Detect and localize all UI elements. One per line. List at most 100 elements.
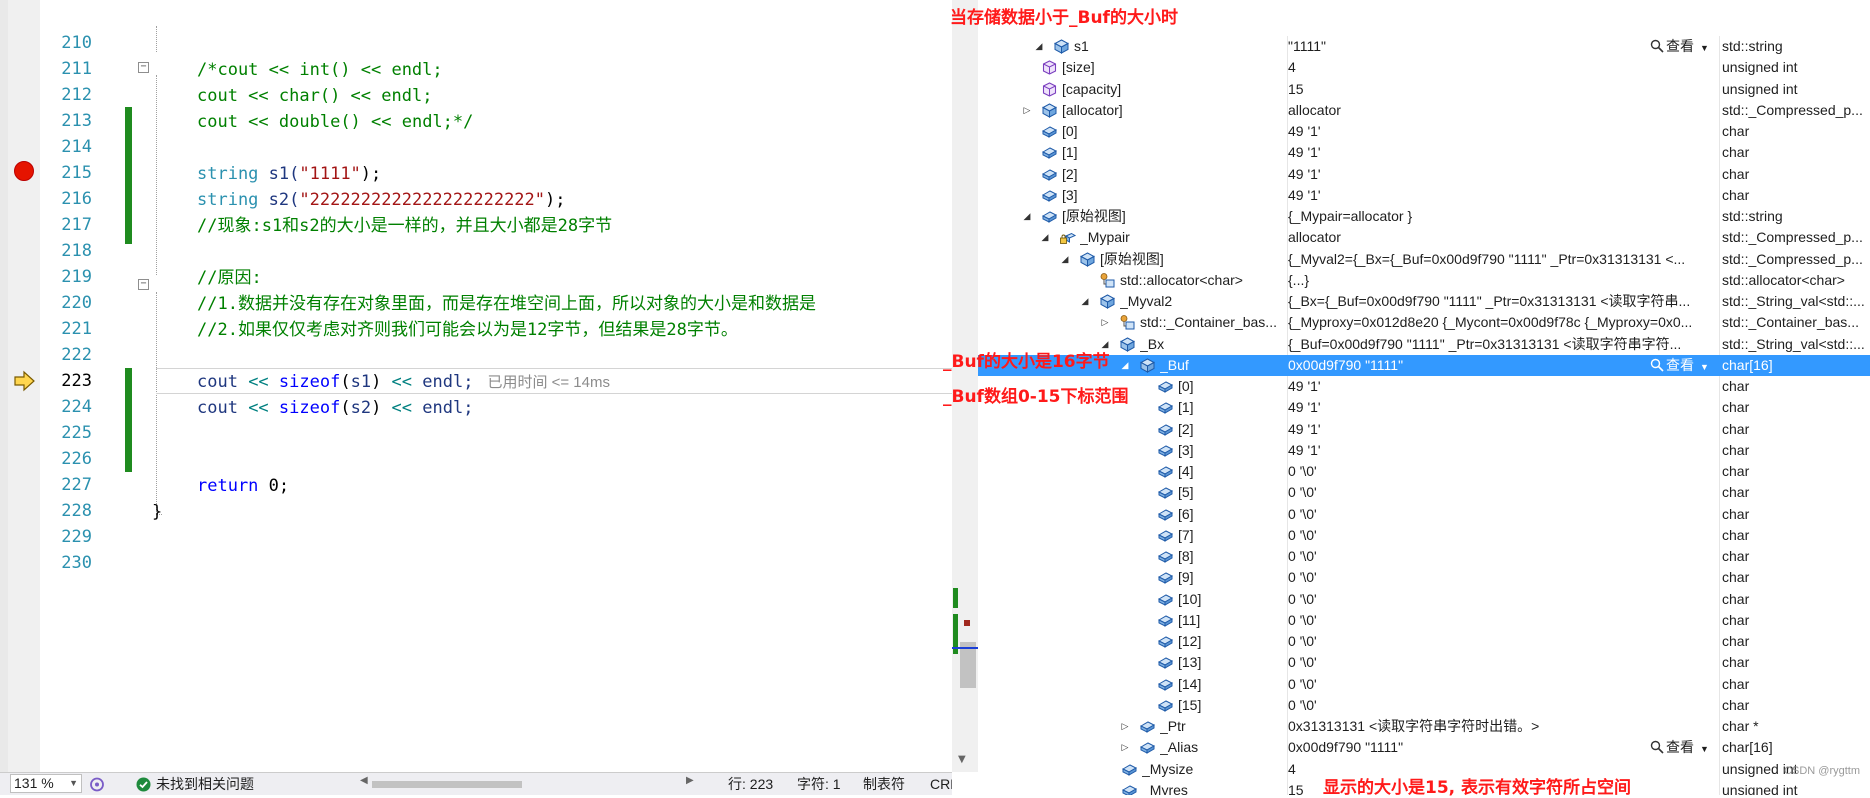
watch-value[interactable]: {_Bx={_Buf=0x00d9f790 "1111" _Ptr=0x3131…: [1288, 291, 1714, 312]
horizontal-scrollbar[interactable]: ◀ ▶: [360, 775, 694, 789]
watch-value[interactable]: 49 '1': [1288, 164, 1714, 185]
watch-row[interactable]: ▷ std::_Container_bas... {_Myproxy=0x012d8…: [978, 312, 1870, 333]
watch-value[interactable]: 0 '\0': [1288, 652, 1714, 673]
watch-value[interactable]: 0 '\0': [1288, 589, 1714, 610]
scroll-left-icon[interactable]: ◀: [360, 775, 368, 786]
code-line-211[interactable]: /*cout << int() << endl;: [197, 57, 952, 83]
expanded-arrow-icon[interactable]: ◢: [1022, 206, 1032, 227]
line-indicator[interactable]: 行: 223: [728, 776, 773, 793]
watch-row[interactable]: [8] 0 '\0' char: [978, 546, 1870, 567]
collapsed-arrow-icon[interactable]: ▷: [1120, 737, 1130, 758]
eol-indicator[interactable]: CRLF: [930, 776, 952, 793]
watch-value[interactable]: 0 '\0': [1288, 504, 1714, 525]
watch-value[interactable]: 49 '1': [1288, 185, 1714, 206]
watch-value[interactable]: 0x31313131 <读取字符串字符时出错。>: [1288, 716, 1714, 737]
expanded-arrow-icon[interactable]: ◢: [1060, 249, 1070, 270]
watch-value[interactable]: {_Myproxy=0x012d8e20 {_Mycont=0x00d9f78c…: [1288, 312, 1714, 333]
code-line-217[interactable]: //现象:s1和s2的大小是一样的，并且大小都是28字节: [197, 213, 952, 239]
watch-value[interactable]: 0 '\0': [1288, 631, 1714, 652]
watch-value[interactable]: {_Mypair=allocator }: [1288, 206, 1714, 227]
watch-row[interactable]: [10] 0 '\0' char: [978, 589, 1870, 610]
expanded-arrow-icon[interactable]: ◢: [1080, 291, 1090, 312]
watch-value[interactable]: {...}: [1288, 270, 1714, 291]
watch-value[interactable]: 15: [1288, 79, 1714, 100]
watch-value[interactable]: {_Myval2={_Bx={_Buf=0x00d9f790 "1111" _P…: [1288, 249, 1714, 270]
code-line-212[interactable]: cout << char() << endl;: [197, 83, 952, 109]
watch-row[interactable]: ◢ s1 "1111" 查看 ▼ std::string: [978, 36, 1870, 57]
watch-row[interactable]: ▷ _Alias 0x00d9f790 "1111" 查看 ▼ char[16]: [978, 737, 1870, 758]
watch-row[interactable]: [9] 0 '\0' char: [978, 567, 1870, 588]
view-button[interactable]: 查看 ▼: [1650, 36, 1709, 57]
watch-row[interactable]: ◢ _Mypair allocator std::_Compressed_p...: [978, 227, 1870, 248]
watch-value[interactable]: {_Buf=0x00d9f790 "1111" _Ptr=0x31313131 …: [1288, 334, 1714, 355]
code-line-219[interactable]: //原因:: [197, 265, 952, 291]
fold-toggle[interactable]: −: [138, 62, 149, 73]
watch-value[interactable]: 0 '\0': [1288, 482, 1714, 503]
watch-row[interactable]: [2] 49 '1' char: [978, 164, 1870, 185]
code-editor[interactable]: 210 211 212 213 214 215 216 217 218 219 220 221 222 2…: [0, 0, 952, 795]
watch-value[interactable]: 0 '\0': [1288, 610, 1714, 631]
view-button[interactable]: 查看 ▼: [1650, 355, 1709, 376]
watch-value[interactable]: 0 '\0': [1288, 546, 1714, 567]
watch-row[interactable]: [3] 49 '1' char: [978, 185, 1870, 206]
watch-row[interactable]: ◢ [原始视图] {_Myval2={_Bx={_Buf=0x00d9f790 "1…: [978, 249, 1870, 270]
watch-value[interactable]: 49 '1': [1288, 440, 1714, 461]
code-line-224[interactable]: cout << sizeof(s2) << endl;: [197, 395, 952, 421]
watch-row[interactable]: ◢ [原始视图] {_Mypair=allocator } std::string: [978, 206, 1870, 227]
watch-row[interactable]: [size] 4 unsigned int: [978, 57, 1870, 78]
watch-row[interactable]: [2] 49 '1' char: [978, 419, 1870, 440]
watch-value[interactable]: 0 '\0': [1288, 674, 1714, 695]
watch-row[interactable]: ◢ _Myval2 {_Bx={_Buf=0x00d9f790 "1111" _Pt…: [978, 291, 1870, 312]
expanded-arrow-icon[interactable]: ◢: [1120, 355, 1130, 376]
copilot-icon[interactable]: [88, 776, 106, 793]
issues-status[interactable]: 未找到相关问题: [156, 776, 254, 793]
watch-value[interactable]: allocator: [1288, 227, 1714, 248]
watch-value[interactable]: 49 '1': [1288, 419, 1714, 440]
watch-row[interactable]: [6] 0 '\0' char: [978, 504, 1870, 525]
code-line-213[interactable]: cout << double() << endl;*/: [197, 109, 952, 135]
char-indicator[interactable]: 字符: 1: [797, 776, 841, 793]
zoom-dropdown[interactable]: 131 % ▼: [10, 774, 82, 793]
code-line-221[interactable]: //2.如果仅仅考虑对齐则我们可能会以为是12字节，但结果是28字节。: [197, 317, 952, 343]
watch-row[interactable]: ◢ _Buf 0x00d9f790 "1111" 查看 ▼ char[16]: [978, 354, 1870, 376]
code-line-215[interactable]: string s1("1111");: [197, 161, 952, 187]
code-line-216[interactable]: string s2("2222222222222222222222");: [197, 187, 952, 213]
scroll-thumb[interactable]: [372, 781, 522, 788]
watch-window[interactable]: ◢ s1 "1111" 查看 ▼ std::string [size] 4 unsigned i…: [978, 36, 1870, 795]
watch-row[interactable]: [7] 0 '\0' char: [978, 525, 1870, 546]
code-line-228[interactable]: }: [152, 499, 912, 525]
code-line-227[interactable]: return 0;: [197, 473, 952, 499]
breakpoint-icon[interactable]: [14, 161, 34, 181]
code-line-220[interactable]: //1.数据并没有存在对象里面，而是存在堆空间上面，所以对象的大小是和数据是: [197, 291, 952, 317]
watch-row[interactable]: [3] 49 '1' char: [978, 440, 1870, 461]
watch-value[interactable]: 49 '1': [1288, 397, 1714, 418]
watch-row[interactable]: [12] 0 '\0' char: [978, 631, 1870, 652]
watch-row[interactable]: ▷ _Ptr 0x31313131 <读取字符串字符时出错。> char *: [978, 716, 1870, 737]
view-button[interactable]: 查看 ▼: [1650, 737, 1709, 758]
watch-row[interactable]: [14] 0 '\0' char: [978, 674, 1870, 695]
watch-row[interactable]: [4] 0 '\0' char: [978, 461, 1870, 482]
watch-row[interactable]: [5] 0 '\0' char: [978, 482, 1870, 503]
watch-value[interactable]: 49 '1': [1288, 121, 1714, 142]
scroll-right-icon[interactable]: ▶: [686, 775, 694, 786]
watch-row[interactable]: [15] 0 '\0' char: [978, 695, 1870, 716]
watch-value[interactable]: 0 '\0': [1288, 525, 1714, 546]
watch-row[interactable]: [11] 0 '\0' char: [978, 610, 1870, 631]
collapsed-arrow-icon[interactable]: ▷: [1120, 716, 1130, 737]
fold-toggle[interactable]: −: [138, 279, 149, 290]
watch-row[interactable]: [capacity] 15 unsigned int: [978, 79, 1870, 100]
watch-row[interactable]: std::allocator<char> {...} std::allocator<…: [978, 270, 1870, 291]
collapsed-arrow-icon[interactable]: ▷: [1100, 312, 1110, 333]
watch-value[interactable]: 49 '1': [1288, 376, 1714, 397]
watch-value[interactable]: allocator: [1288, 100, 1714, 121]
watch-row[interactable]: [0] 49 '1' char: [978, 121, 1870, 142]
collapsed-arrow-icon[interactable]: ▷: [1022, 100, 1032, 121]
watch-value[interactable]: 49 '1': [1288, 142, 1714, 163]
expanded-arrow-icon[interactable]: ◢: [1034, 36, 1044, 57]
watch-row[interactable]: ▷ [allocator] allocator std::_Compressed_p.…: [978, 100, 1870, 121]
watch-row[interactable]: [1] 49 '1' char: [978, 142, 1870, 163]
watch-value[interactable]: 0 '\0': [1288, 461, 1714, 482]
watch-row[interactable]: [13] 0 '\0' char: [978, 652, 1870, 673]
tab-indicator[interactable]: 制表符: [863, 776, 905, 793]
watch-value[interactable]: 0 '\0': [1288, 567, 1714, 588]
